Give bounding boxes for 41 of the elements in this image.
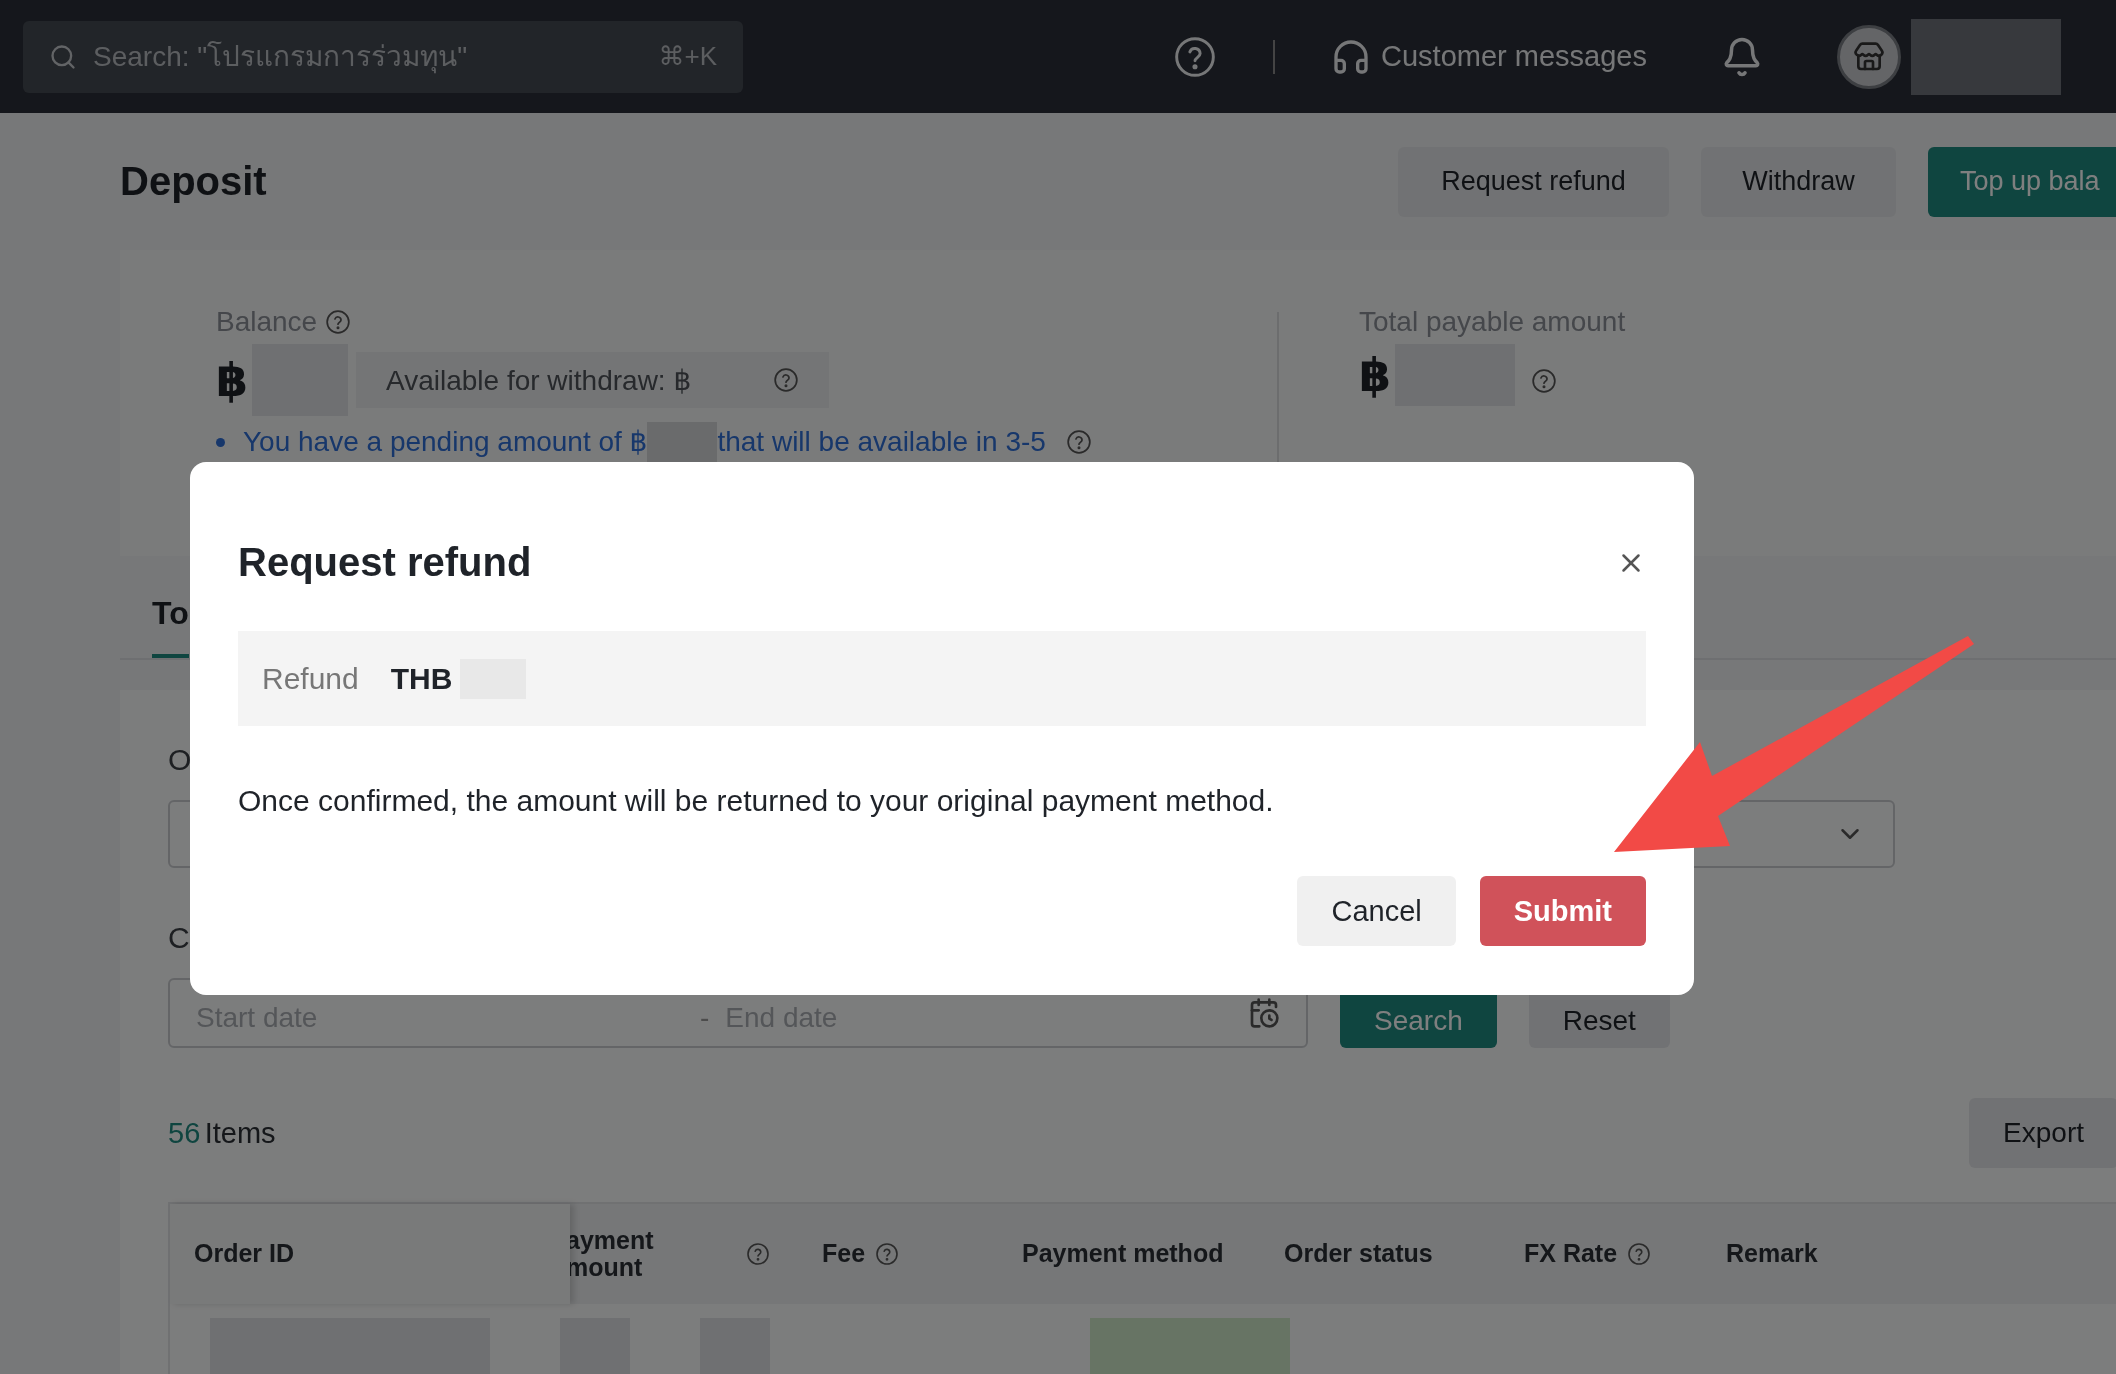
column-header: Remark bbox=[1726, 1240, 1818, 1268]
redaction-block bbox=[647, 422, 718, 462]
action-button[interactable]: Withdraw bbox=[1701, 146, 1896, 217]
table-header-cell: Order ID bbox=[170, 1204, 570, 1304]
help-icon bbox=[1531, 368, 1557, 394]
pending-text: You have a pending amount of ฿ bbox=[243, 427, 648, 457]
search-icon bbox=[49, 42, 77, 71]
page-title: Deposit bbox=[120, 159, 267, 204]
calendar-icon bbox=[1248, 997, 1280, 1029]
column-header: Fee bbox=[822, 1240, 866, 1268]
shortcut-hint: ⌘+K bbox=[658, 41, 717, 72]
bullet-dot bbox=[216, 437, 225, 447]
dialog-title: Request refund bbox=[238, 540, 532, 585]
items-label: Items bbox=[204, 1116, 276, 1149]
help-icon bbox=[1173, 34, 1217, 79]
action-button[interactable]: Request refund bbox=[1398, 146, 1669, 217]
available-text: Available for withdraw: ฿ bbox=[386, 363, 692, 397]
column-header: Order status bbox=[1284, 1240, 1433, 1268]
range-separator: - bbox=[700, 1003, 710, 1033]
export-button[interactable]: Export bbox=[1969, 1098, 2116, 1168]
refund-label: Refund bbox=[262, 661, 359, 696]
currency-symbol: ฿ bbox=[216, 353, 248, 407]
submit-button[interactable]: Submit bbox=[1479, 876, 1646, 946]
customer-messages-link[interactable]: Customer messages bbox=[1331, 36, 1647, 77]
store-icon bbox=[1852, 40, 1885, 73]
cancel-button[interactable]: Cancel bbox=[1297, 876, 1456, 946]
filter-label: O bbox=[168, 743, 192, 777]
column-header: FX Rate bbox=[1524, 1240, 1618, 1268]
currency-symbol: ฿ bbox=[1359, 348, 1391, 402]
help-icon bbox=[1065, 429, 1092, 455]
help-icon bbox=[773, 367, 800, 393]
filter-label: C bbox=[168, 921, 190, 955]
search-input[interactable]: Search: "โปรแกรมการร่วมทุน" bbox=[91, 39, 645, 74]
top-up-button[interactable]: Top up bala bbox=[1928, 146, 2116, 217]
pending-text: that will be available in 3-5 bbox=[717, 427, 1046, 457]
item-count: 56 bbox=[168, 1116, 201, 1149]
search-field[interactable]: Search: "โปรแกรมการร่วมทุน" ⌘+K bbox=[23, 20, 743, 93]
column-header: Payment method bbox=[1022, 1240, 1224, 1268]
help-icon bbox=[325, 309, 352, 335]
currency-code: THB bbox=[390, 661, 453, 696]
dialog-message: Once confirmed, the amount will be returned to your original payment method. bbox=[238, 784, 1275, 818]
